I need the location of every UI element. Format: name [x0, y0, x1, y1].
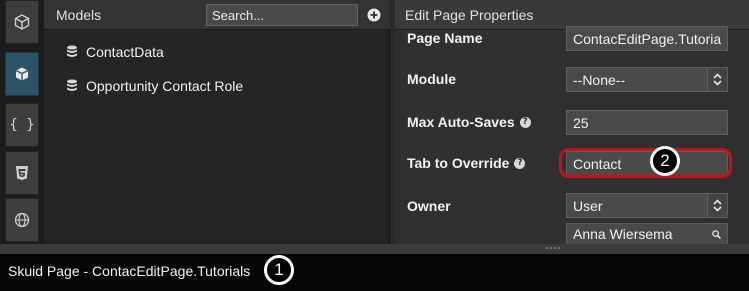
models-search-input[interactable]: [206, 4, 358, 26]
owner-type-value: User: [573, 198, 603, 214]
page-properties-panel: Edit Page Properties Page Name Module --…: [395, 0, 749, 245]
rail-button-components[interactable]: [5, 0, 39, 44]
module-select-value: --None--: [573, 72, 626, 88]
properties-title: Edit Page Properties: [405, 7, 534, 23]
owner-type-select[interactable]: User: [566, 193, 728, 218]
max-autosaves-label: Max Auto-Saves ?: [407, 114, 531, 130]
model-item-label: ContactData: [86, 44, 164, 60]
model-item-label: Opportunity Contact Role: [86, 78, 244, 94]
callout-1: 1: [264, 255, 294, 285]
help-icon[interactable]: ?: [514, 157, 526, 169]
cube-icon: [14, 14, 30, 30]
page-name-field[interactable]: [566, 26, 728, 51]
panel-splitter[interactable]: [0, 244, 749, 254]
box-icon: [15, 67, 29, 81]
database-icon: [67, 79, 77, 91]
globe-icon: [14, 212, 30, 228]
rail-button-javascript[interactable]: { }: [5, 103, 39, 147]
css3-icon: [16, 166, 28, 180]
models-header: Models: [44, 0, 390, 30]
tab-override-label: Tab to Override ?: [407, 155, 526, 171]
model-item-contactdata[interactable]: ContactData: [66, 42, 164, 62]
drag-handle-icon[interactable]: [545, 246, 561, 250]
braces-icon: { }: [9, 117, 35, 133]
page-footer-bar: Skuid Page - ContacEditPage.Tutorials 1: [0, 254, 749, 291]
rail-button-models[interactable]: [5, 52, 39, 96]
tool-rail: { }: [0, 0, 44, 244]
help-icon[interactable]: ?: [519, 116, 531, 128]
module-select[interactable]: --None--: [566, 67, 728, 92]
select-arrows-icon: [707, 194, 727, 217]
select-arrows-icon: [707, 68, 727, 91]
tab-override-highlight-ring: [559, 148, 732, 178]
page-name-label: Page Name: [407, 30, 483, 46]
owner-label: Owner: [407, 198, 451, 214]
database-icon: [67, 45, 77, 57]
add-model-icon[interactable]: [367, 8, 381, 22]
rail-button-global[interactable]: [5, 198, 39, 242]
search-icon[interactable]: [712, 230, 721, 239]
callout-2: 2: [650, 146, 680, 176]
max-autosaves-field[interactable]: [566, 110, 728, 135]
page-title: Skuid Page - ContacEditPage.Tutorials: [8, 263, 251, 279]
models-title: Models: [56, 7, 102, 23]
module-label: Module: [407, 71, 456, 87]
rail-button-css[interactable]: [5, 151, 39, 195]
model-item-opportunity-contact-role[interactable]: Opportunity Contact Role: [66, 76, 243, 96]
owner-lookup-field[interactable]: Anna Wiersema: [566, 223, 728, 245]
models-panel: Models ContactData Opportunity Contact R…: [44, 0, 390, 244]
owner-name-value: Anna Wiersema: [573, 226, 673, 242]
